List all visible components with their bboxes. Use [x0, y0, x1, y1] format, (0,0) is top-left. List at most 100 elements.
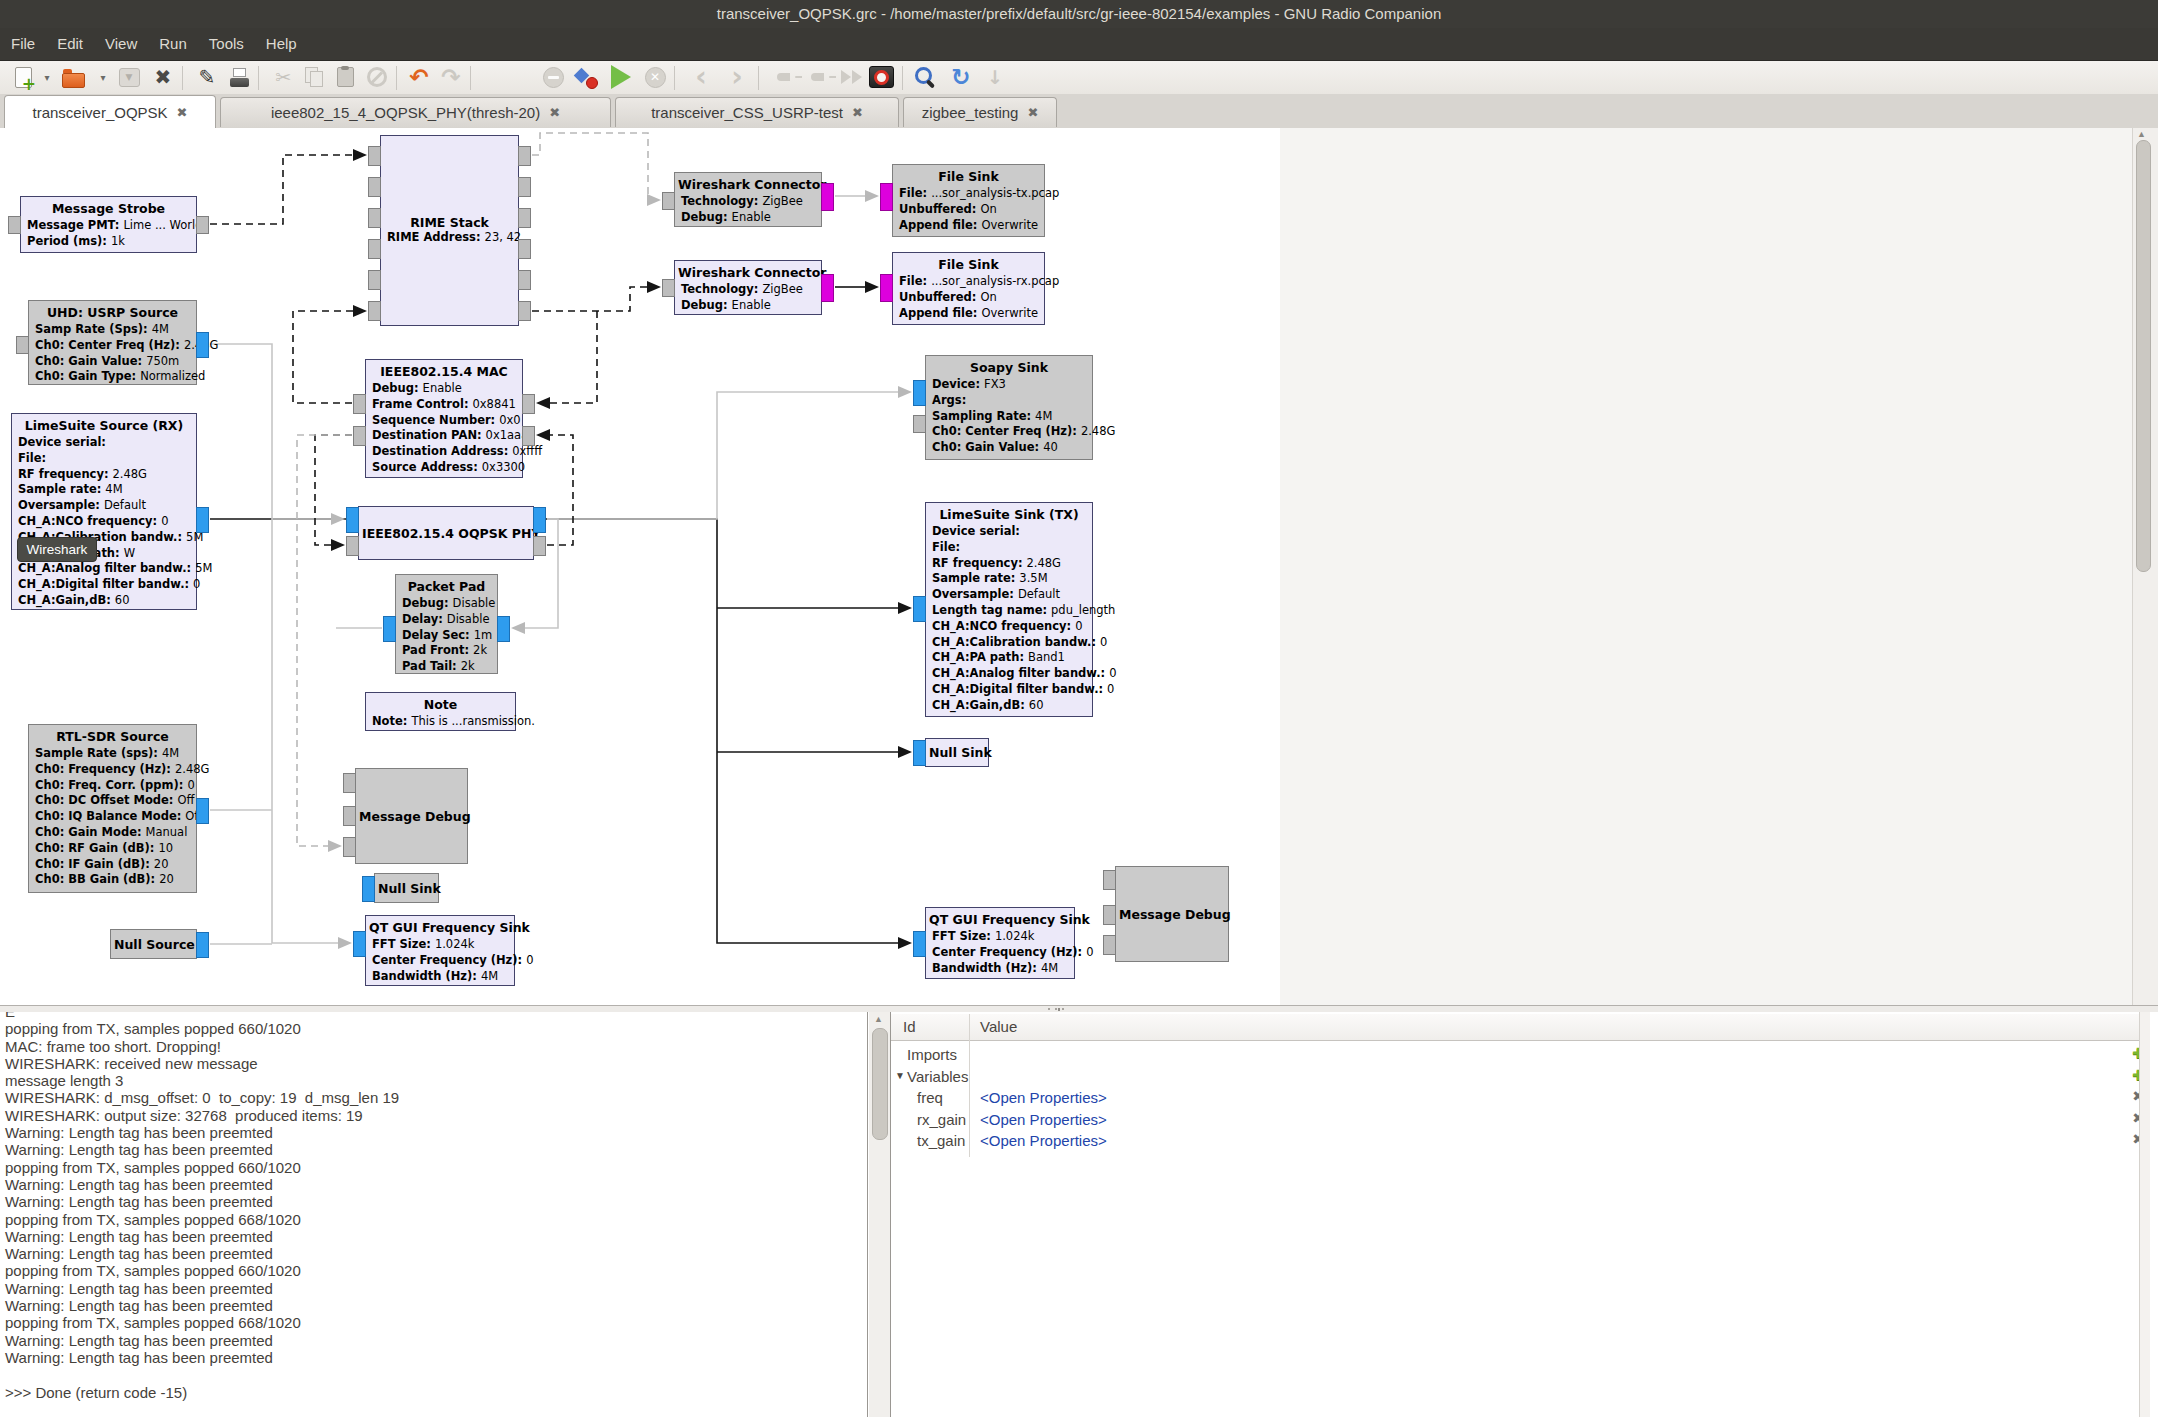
msg-port[interactable] — [196, 216, 209, 234]
msg-port[interactable] — [518, 208, 531, 228]
msg-port[interactable] — [518, 239, 531, 259]
open-properties-link[interactable]: <Open Properties> — [980, 1089, 1107, 1106]
stream-port[interactable] — [913, 380, 926, 406]
search-icon[interactable] — [910, 63, 940, 91]
msg-port[interactable] — [913, 415, 926, 433]
msg-port[interactable] — [662, 192, 675, 210]
msg-port[interactable] — [1103, 905, 1116, 925]
splitter-handle-icon[interactable] — [1048, 1008, 1070, 1011]
flowgraph-properties-icon[interactable] — [572, 63, 602, 91]
flowgraph-canvas[interactable]: Wireshark ▲ Message StrobeMessage PMT: L… — [0, 128, 2158, 1005]
plug-left-icon[interactable] — [768, 63, 798, 91]
nav-back-icon[interactable]: ‹ — [686, 63, 716, 97]
byte-port[interactable] — [880, 274, 893, 302]
close-icon[interactable]: ✖ — [148, 63, 178, 91]
stream-port[interactable] — [913, 596, 926, 622]
minus-circle-icon[interactable] — [538, 63, 568, 91]
block-null-sink-left[interactable]: Null Sink — [374, 873, 439, 903]
menu-help[interactable]: Help — [255, 35, 308, 52]
redo-icon[interactable]: ↷ — [436, 63, 466, 91]
stream-port[interactable] — [913, 740, 926, 766]
stream-port[interactable] — [383, 616, 396, 642]
stream-port[interactable] — [346, 507, 359, 533]
menu-run[interactable]: Run — [148, 35, 198, 52]
menu-view[interactable]: View — [94, 35, 148, 52]
scroll-up-icon[interactable]: ▲ — [2137, 129, 2146, 139]
cut-icon[interactable]: ✂ — [268, 63, 298, 91]
msg-port[interactable] — [368, 270, 381, 290]
down-icon[interactable]: ↓ — [980, 63, 1010, 91]
stream-port[interactable] — [533, 507, 546, 533]
stream-port[interactable] — [353, 931, 366, 957]
block-message-strobe[interactable]: Message StrobeMessage PMT: Lime ... Worl… — [20, 196, 197, 253]
stream-port[interactable] — [196, 507, 209, 533]
reload-icon[interactable]: ↻ — [946, 63, 976, 91]
msg-port[interactable] — [343, 773, 356, 793]
stream-port[interactable] — [362, 876, 375, 902]
block-null-source[interactable]: Null Source — [110, 929, 197, 959]
open-properties-link[interactable]: <Open Properties> — [980, 1132, 1107, 1149]
open-folder-icon[interactable] — [58, 63, 88, 91]
msg-port[interactable] — [368, 177, 381, 197]
block-null-sink-right[interactable]: Null Sink — [925, 738, 989, 767]
msg-port[interactable] — [518, 301, 531, 321]
block-file-sink-tx[interactable]: File SinkFile: ...sor_analysis-tx.pcapUn… — [892, 164, 1045, 237]
block-soapy-sink[interactable]: Soapy SinkDevice: FX3Args: Sampling Rate… — [925, 355, 1093, 460]
block-ieee802154-oqpsk-phy[interactable]: IEEE802.15.4 OQPSK PHY — [358, 506, 534, 560]
msg-port[interactable] — [346, 536, 359, 556]
open-properties-link[interactable]: <Open Properties> — [980, 1111, 1107, 1128]
msg-port[interactable] — [353, 394, 366, 414]
tab-transceiver_CSS_USRP-test[interactable]: transceiver_CSS_USRP-test✖ — [615, 97, 899, 127]
stop-icon[interactable] — [640, 63, 670, 91]
tab-close-icon[interactable]: ✖ — [549, 105, 560, 120]
kill-icon[interactable] — [866, 63, 896, 91]
copy-icon[interactable] — [300, 63, 330, 91]
variable-row-Imports[interactable]: Imports✚ — [891, 1044, 2150, 1066]
block-qtgui-frequency-sink-right[interactable]: QT GUI Frequency SinkFFT Size: 1.024kCen… — [925, 907, 1075, 979]
stream-port[interactable] — [196, 798, 209, 824]
stream-port[interactable] — [913, 931, 926, 957]
block-message-debug-left[interactable]: Message Debug — [355, 768, 468, 864]
canvas-vertical-scrollbar[interactable]: ▲ — [2132, 128, 2158, 1005]
msg-port[interactable] — [8, 216, 21, 234]
block-ieee802154-mac[interactable]: IEEE802.15.4 MACDebug: EnableFrame Contr… — [365, 359, 523, 478]
tab-zigbee_testing[interactable]: zigbee_testing✖ — [903, 97, 1057, 127]
block-qtgui-frequency-sink-left[interactable]: QT GUI Frequency SinkFFT Size: 1.024kCen… — [365, 915, 515, 986]
msg-port[interactable] — [1103, 870, 1116, 890]
byte-port[interactable] — [880, 183, 893, 211]
msg-port[interactable] — [368, 146, 381, 166]
variable-row-freq[interactable]: freq<Open Properties>✖ — [891, 1087, 2150, 1109]
byte-port[interactable] — [821, 183, 834, 211]
save-icon[interactable] — [114, 63, 144, 91]
msg-port[interactable] — [368, 301, 381, 321]
stream-port[interactable] — [196, 932, 209, 958]
msg-port[interactable] — [16, 336, 29, 354]
msg-port[interactable] — [353, 426, 366, 446]
block-message-debug-right[interactable]: Message Debug — [1115, 866, 1229, 962]
scroll-up-icon[interactable]: ▲ — [874, 1014, 883, 1024]
msg-port[interactable] — [518, 146, 531, 166]
edit-icon[interactable]: ✎ — [192, 63, 222, 91]
variable-row-Variables[interactable]: ▼Variables✚ — [891, 1066, 2150, 1088]
new-document-icon[interactable] — [8, 63, 38, 91]
msg-port[interactable] — [368, 208, 381, 228]
fast-forward-icon[interactable] — [836, 63, 866, 91]
paste-icon[interactable] — [330, 63, 360, 91]
variable-row-rx_gain[interactable]: rx_gain<Open Properties>✖ — [891, 1109, 2150, 1131]
tab-transceiver_OQPSK[interactable]: transceiver_OQPSK✖ — [4, 95, 216, 128]
block-wireshark-connector-tx[interactable]: Wireshark ConnectorTechnology: ZigBeeDeb… — [674, 172, 822, 227]
menu-tools[interactable]: Tools — [198, 35, 255, 52]
msg-port[interactable] — [1103, 935, 1116, 955]
menu-edit[interactable]: Edit — [46, 35, 94, 52]
stream-port[interactable] — [196, 332, 209, 358]
dropdown-caret-icon[interactable]: ▾ — [40, 63, 54, 91]
tab-close-icon[interactable]: ✖ — [852, 105, 863, 120]
block-limesuite-source-rx[interactable]: LimeSuite Source (RX)Device serial: File… — [11, 413, 197, 610]
block-uhd-usrp-source[interactable]: UHD: USRP SourceSamp Rate (Sps): 4MCh0: … — [28, 300, 197, 385]
block-wireshark-connector-rx[interactable]: Wireshark ConnectorTechnology: ZigBeeDeb… — [674, 260, 822, 315]
variables-scrollbar[interactable] — [2139, 1012, 2150, 1417]
msg-port[interactable] — [522, 426, 535, 446]
msg-port[interactable] — [518, 270, 531, 290]
block-packet-pad[interactable]: Packet PadDebug: DisableDelay: DisableDe… — [395, 574, 498, 674]
msg-port[interactable] — [343, 837, 356, 857]
